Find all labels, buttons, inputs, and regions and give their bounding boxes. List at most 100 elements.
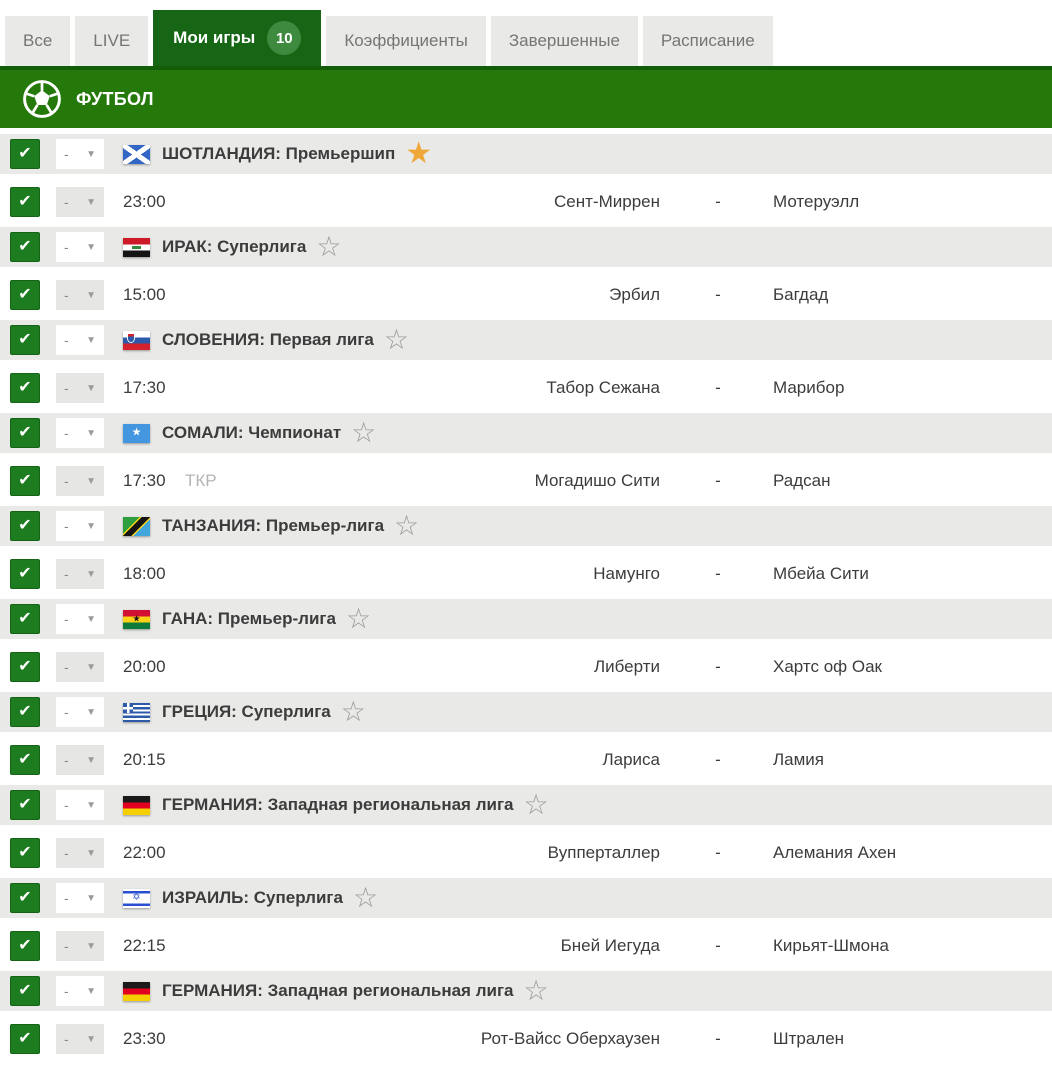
home-team[interactable]: Либерти [330, 647, 660, 687]
league-odds-dropdown[interactable]: - ▼ [56, 883, 104, 913]
match-odds-dropdown[interactable]: - ▼ [56, 745, 104, 775]
league-name[interactable]: ГЕРМАНИЯ: Западная региональная лига [162, 981, 514, 1001]
home-team[interactable]: Бней Иегуда [330, 926, 660, 966]
league-name[interactable]: ШОТЛАНДИЯ: Премьершип [162, 144, 395, 164]
league-checkbox[interactable]: ✔ [10, 883, 40, 913]
favorite-star-icon[interactable]: ☆ [346, 605, 371, 633]
match-checkbox[interactable]: ✔ [10, 466, 40, 496]
league-checkbox[interactable]: ✔ [10, 511, 40, 541]
away-team[interactable]: Мбейа Сити [773, 554, 869, 594]
tab-schedule[interactable]: Расписание [642, 16, 773, 66]
away-team[interactable]: Мотеруэлл [773, 182, 859, 222]
league-odds-dropdown[interactable]: - ▼ [56, 790, 104, 820]
favorite-star-icon[interactable]: ☆ [341, 698, 366, 726]
chevron-down-icon: ▼ [86, 382, 96, 394]
league-checkbox[interactable]: ✔ [10, 418, 40, 448]
tab-finished[interactable]: Завершенные [490, 16, 638, 66]
favorite-star-icon[interactable]: ★ [405, 139, 432, 169]
away-team[interactable]: Хартс оф Оак [773, 647, 882, 687]
league-checkbox[interactable]: ✔ [10, 697, 40, 727]
league-name[interactable]: ГЕРМАНИЯ: Западная региональная лига [162, 795, 514, 815]
league-name[interactable]: ГРЕЦИЯ: Суперлига [162, 702, 331, 722]
match-row[interactable]: ✔ - ▼ 23:00 Сент-Миррен - Мотеруэлл [0, 182, 1052, 222]
league-name[interactable]: ТАНЗАНИЯ: Премьер-лига [162, 516, 384, 536]
match-time: 23:00 [123, 192, 166, 211]
match-row[interactable]: ✔ - ▼ 20:15 Лариса - Ламия [0, 740, 1052, 780]
match-row[interactable]: ✔ - ▼ 22:15 Бней Иегуда - Кирьят-Шмона [0, 926, 1052, 966]
tab-all[interactable]: Все [5, 16, 71, 66]
favorite-star-icon[interactable]: ☆ [394, 512, 419, 540]
away-team[interactable]: Штрален [773, 1019, 844, 1059]
home-team[interactable]: Эрбил [330, 275, 660, 315]
league-odds-dropdown[interactable]: - ▼ [56, 139, 104, 169]
league-odds-dropdown[interactable]: - ▼ [56, 325, 104, 355]
match-row[interactable]: ✔ - ▼ 15:00 Эрбил - Багдад [0, 275, 1052, 315]
league-checkbox[interactable]: ✔ [10, 604, 40, 634]
favorite-star-icon[interactable]: ☆ [524, 791, 549, 819]
match-checkbox[interactable]: ✔ [10, 745, 40, 775]
match-row[interactable]: ✔ - ▼ 17:30 Табор Сежана - Марибор [0, 368, 1052, 408]
match-checkbox[interactable]: ✔ [10, 187, 40, 217]
tab-odds[interactable]: Коэффициенты [326, 16, 486, 66]
league-odds-dropdown[interactable]: - ▼ [56, 511, 104, 541]
away-team[interactable]: Кирьят-Шмона [773, 926, 889, 966]
match-checkbox[interactable]: ✔ [10, 373, 40, 403]
match-row[interactable]: ✔ - ▼ 17:30 ТКР Могадишо Сити - Радсан [0, 461, 1052, 501]
favorite-star-icon[interactable]: ☆ [524, 977, 549, 1005]
match-odds-dropdown[interactable]: - ▼ [56, 1024, 104, 1054]
match-checkbox[interactable]: ✔ [10, 931, 40, 961]
home-team[interactable]: Табор Сежана [330, 368, 660, 408]
match-row[interactable]: ✔ - ▼ 23:30 Рот-Вайсс Оберхаузен - Штрал… [0, 1019, 1052, 1059]
match-odds-dropdown[interactable]: - ▼ [56, 187, 104, 217]
league-checkbox[interactable]: ✔ [10, 232, 40, 262]
home-team[interactable]: Лариса [330, 740, 660, 780]
match-odds-dropdown[interactable]: - ▼ [56, 559, 104, 589]
match-row[interactable]: ✔ - ▼ 18:00 Намунго - Мбейа Сити [0, 554, 1052, 594]
league-name[interactable]: СЛОВЕНИЯ: Первая лига [162, 330, 374, 350]
match-row[interactable]: ✔ - ▼ 22:00 Вупперталлер - Алемания Ахен [0, 833, 1052, 873]
league-odds-dropdown[interactable]: - ▼ [56, 232, 104, 262]
match-odds-dropdown[interactable]: - ▼ [56, 280, 104, 310]
away-team[interactable]: Марибор [773, 368, 844, 408]
home-team[interactable]: Намунго [330, 554, 660, 594]
match-checkbox[interactable]: ✔ [10, 559, 40, 589]
match-checkbox[interactable]: ✔ [10, 1024, 40, 1054]
league-name[interactable]: ИРАК: Суперлига [162, 237, 306, 257]
league-name[interactable]: СОМАЛИ: Чемпионат [162, 423, 341, 443]
away-team[interactable]: Алемания Ахен [773, 833, 896, 873]
favorite-star-icon[interactable]: ☆ [351, 419, 376, 447]
tab-live[interactable]: LIVE [75, 16, 149, 66]
favorite-star-icon[interactable]: ☆ [384, 326, 409, 354]
league-odds-dropdown[interactable]: - ▼ [56, 976, 104, 1006]
tab-my-games[interactable]: Мои игры 10 [153, 10, 322, 66]
favorite-star-icon[interactable]: ☆ [316, 233, 341, 261]
league-checkbox[interactable]: ✔ [10, 325, 40, 355]
league-odds-dropdown[interactable]: - ▼ [56, 418, 104, 448]
match-odds-dropdown[interactable]: - ▼ [56, 652, 104, 682]
home-team[interactable]: Сент-Миррен [330, 182, 660, 222]
league-checkbox[interactable]: ✔ [10, 976, 40, 1006]
home-team[interactable]: Вупперталлер [330, 833, 660, 873]
league-odds-dropdown[interactable]: - ▼ [56, 604, 104, 634]
match-row[interactable]: ✔ - ▼ 20:00 Либерти - Хартс оф Оак [0, 647, 1052, 687]
match-odds-dropdown[interactable]: - ▼ [56, 466, 104, 496]
match-checkbox[interactable]: ✔ [10, 838, 40, 868]
home-team[interactable]: Рот-Вайсс Оберхаузен [330, 1019, 660, 1059]
league-checkbox[interactable]: ✔ [10, 139, 40, 169]
league-name[interactable]: ИЗРАИЛЬ: Суперлига [162, 888, 343, 908]
league-odds-dropdown[interactable]: - ▼ [56, 697, 104, 727]
home-team[interactable]: Могадишо Сити [330, 461, 660, 501]
favorite-star-icon[interactable]: ☆ [353, 884, 378, 912]
away-team[interactable]: Радсан [773, 461, 831, 501]
match-odds-dropdown[interactable]: - ▼ [56, 931, 104, 961]
away-team[interactable]: Ламия [773, 740, 824, 780]
league-checkbox[interactable]: ✔ [10, 790, 40, 820]
match-time: 23:30 [123, 1029, 166, 1048]
league-name[interactable]: ГАНА: Премьер-лига [162, 609, 336, 629]
country-flag-icon [123, 795, 150, 815]
match-odds-dropdown[interactable]: - ▼ [56, 838, 104, 868]
match-checkbox[interactable]: ✔ [10, 652, 40, 682]
match-odds-dropdown[interactable]: - ▼ [56, 373, 104, 403]
away-team[interactable]: Багдад [773, 275, 828, 315]
match-checkbox[interactable]: ✔ [10, 280, 40, 310]
